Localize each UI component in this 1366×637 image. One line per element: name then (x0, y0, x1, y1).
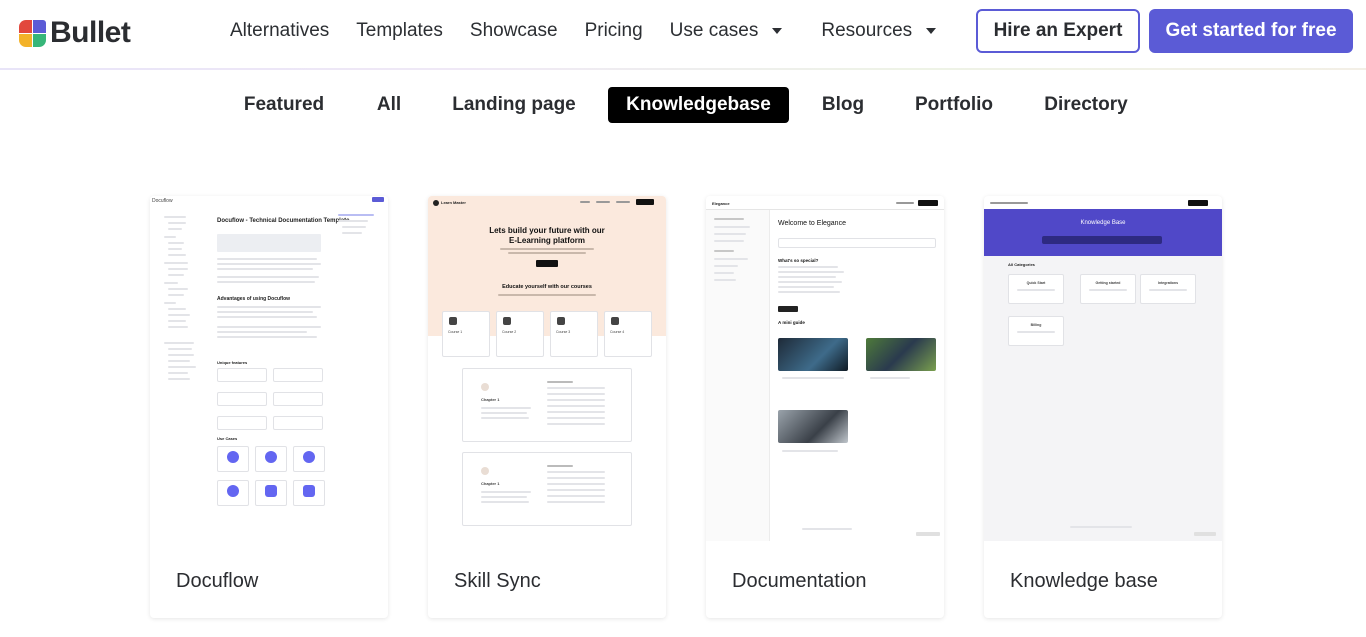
thumb-heading: Docuflow - Technical Documentation Templ… (217, 218, 350, 224)
chapter-label: Chapter 1 (481, 397, 500, 402)
tab-featured[interactable]: Featured (234, 87, 334, 123)
hire-expert-button[interactable]: Hire an Expert (976, 9, 1140, 53)
template-thumbnail: Learn Master Lets build your future with… (428, 196, 666, 541)
thumb-hero-title: Knowledge Base (1080, 220, 1126, 226)
thumb-section: Use Cases (217, 436, 238, 441)
thumb-brand: Elegance (712, 201, 730, 206)
header-divider (0, 68, 1366, 70)
category-label: Getting started (1095, 281, 1121, 285)
nav-label: Pricing (584, 20, 643, 41)
category-label: Integrations (1157, 281, 1179, 285)
nav-label: Resources (821, 20, 913, 41)
thumb-section: Unique features (217, 360, 248, 365)
chapter-label: Chapter 1 (481, 481, 500, 486)
template-card-docuflow[interactable]: Docuflow Docuflow - Technical Documentat… (150, 196, 388, 618)
course-label: Course 2 (502, 330, 517, 334)
nav-showcase[interactable]: Showcase (470, 20, 558, 42)
template-thumbnail: Elegance Welcome to Elegance What's so s… (706, 196, 944, 541)
nav-alternatives[interactable]: Alternatives (230, 20, 329, 42)
tab-landing-page[interactable]: Landing page (444, 87, 584, 123)
nav-label: Alternatives (230, 20, 330, 41)
thumb-heading: Welcome to Elegance (778, 220, 846, 227)
nav-use-cases[interactable]: Use cases (670, 20, 783, 42)
thumb-brand: Learn Master (441, 200, 466, 205)
nav-label: Use cases (669, 20, 759, 41)
main-nav: Alternatives Templates Showcase Pricing … (230, 20, 963, 42)
card-title: Docuflow (176, 570, 259, 592)
caret-down-icon (772, 28, 783, 34)
site-header: Bullet Alternatives Templates Showcase P… (0, 0, 1366, 69)
tab-all[interactable]: All (364, 87, 414, 123)
bullet-logo-icon (19, 19, 46, 47)
category-label: Quick Start (1026, 281, 1046, 285)
template-card-skill-sync[interactable]: Learn Master Lets build your future with… (428, 196, 666, 618)
tab-blog[interactable]: Blog (812, 87, 874, 123)
card-title: Skill Sync (454, 570, 541, 592)
get-started-button[interactable]: Get started for free (1149, 9, 1353, 53)
course-label: Course 4 (610, 330, 625, 334)
tab-directory[interactable]: Directory (1034, 87, 1138, 123)
bullet-logo[interactable]: Bullet (19, 16, 131, 50)
thumb-hero-line: E-Learning platform (508, 236, 585, 245)
nav-pricing[interactable]: Pricing (585, 20, 643, 42)
card-title: Knowledge base (1010, 570, 1158, 592)
thumb-section: Advantages of using Docuflow (217, 296, 291, 302)
thumb-button (372, 197, 384, 202)
card-title: Documentation (732, 570, 867, 592)
logo-text: Bullet (50, 16, 131, 49)
caret-down-icon (926, 28, 937, 34)
thumb-section: A mini guide (778, 320, 805, 325)
category-label: Billing (1030, 323, 1042, 327)
tab-portfolio[interactable]: Portfolio (906, 87, 1002, 123)
nav-label: Showcase (469, 20, 558, 41)
tab-knowledgebase[interactable]: Knowledgebase (608, 87, 789, 123)
nav-templates[interactable]: Templates (356, 20, 443, 42)
nav-resources[interactable]: Resources (821, 20, 937, 42)
nav-label: Templates (356, 20, 443, 41)
thumb-brand: Docuflow (152, 198, 173, 204)
thumb-categories-label: All Categories (1008, 262, 1035, 267)
template-card-knowledge-base[interactable]: Knowledge Base All Categories Quick Star… (984, 196, 1222, 618)
thumb-section: What's so special? (778, 258, 819, 263)
thumb-hero-line: Lets build your future with our (489, 226, 605, 235)
template-thumbnail: Docuflow Docuflow - Technical Documentat… (150, 196, 388, 541)
course-label: Course 1 (448, 330, 463, 334)
template-card-documentation[interactable]: Elegance Welcome to Elegance What's so s… (706, 196, 944, 618)
template-thumbnail: Knowledge Base All Categories Quick Star… (984, 196, 1222, 541)
thumb-subhead: Educate yourself with our courses (502, 284, 592, 290)
course-label: Course 3 (556, 330, 571, 334)
category-tabs: Featured All Landing page Knowledgebase … (0, 87, 1366, 123)
